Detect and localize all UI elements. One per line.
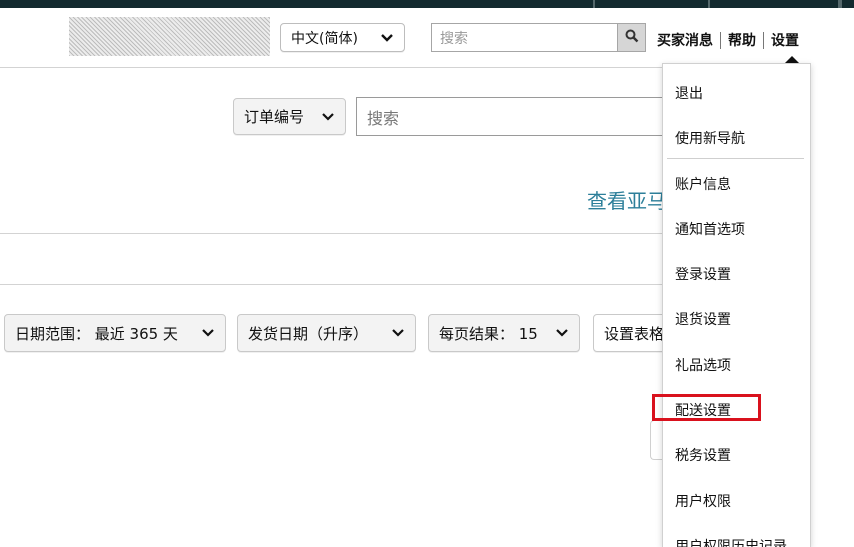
link-separator [720,31,721,49]
sort-label: 发货日期（升序） [248,324,369,343]
menu-item-tax-settings[interactable]: 税务设置 [675,445,731,465]
chevron-down-icon [555,328,569,338]
order-search-placeholder: 搜索 [367,108,400,128]
menu-item-user-permission-history[interactable]: 用户权限历史记录 [675,536,787,547]
link-separator [763,31,764,49]
menu-item-user-permissions[interactable]: 用户权限 [675,491,731,511]
chevron-down-icon [380,33,394,43]
results-per-page-label: 每页结果： 15 [439,324,538,343]
menu-item-return-settings[interactable]: 退货设置 [675,309,731,329]
top-navigation-strip [0,0,854,8]
search-icon [625,28,639,47]
menu-divider [667,158,804,159]
section-divider [0,233,662,234]
settings-dropdown-menu: 退出 使用新导航 账户信息 通知首选项 登录设置 退货设置 礼品选项 配送设置 … [662,63,811,547]
language-label: 中文(简体) [291,30,358,47]
header-search-placeholder: 搜索 [440,30,468,47]
order-search-type-select[interactable]: 订单编号 [233,98,346,135]
redacted-store-name [69,17,270,56]
buyer-messages-link[interactable]: 买家消息 [657,30,713,50]
sort-filter[interactable]: 发货日期（升序） [237,314,416,352]
nav-divider [708,0,710,8]
language-selector[interactable]: 中文(简体) [280,23,405,52]
nav-divider [838,0,842,8]
chevron-down-icon [321,112,335,122]
view-amazon-link[interactable]: 查看亚马 [587,185,665,214]
highlight-box [652,394,761,421]
results-per-page-filter[interactable]: 每页结果： 15 [428,314,580,352]
menu-item-sign-out[interactable]: 退出 [675,83,703,103]
header-search-button[interactable] [617,23,646,52]
menu-item-account-info[interactable]: 账户信息 [675,174,731,194]
order-search-type-label: 订单编号 [244,108,305,126]
help-link[interactable]: 帮助 [728,30,756,50]
header-divider [0,67,662,68]
menu-item-notification-preferences[interactable]: 通知首选项 [675,219,745,239]
settings-link[interactable]: 设置 [771,30,799,50]
chevron-down-icon [391,328,405,338]
chevron-down-icon [201,328,215,338]
date-range-filter[interactable]: 日期范围： 最近 365 天 [4,314,226,352]
section-divider [0,284,662,285]
menu-item-new-navigation[interactable]: 使用新导航 [675,128,745,148]
nav-divider [593,0,595,8]
menu-item-login-settings[interactable]: 登录设置 [675,264,731,284]
menu-item-gift-options[interactable]: 礼品选项 [675,355,731,375]
header-links: 买家消息 帮助 设置 [657,30,799,50]
date-range-label: 日期范围： 最近 365 天 [15,324,178,343]
table-settings-label: 设置表格 [604,324,665,343]
header-search-input[interactable]: 搜索 [431,23,617,52]
order-search-input[interactable]: 搜索 [356,97,668,136]
